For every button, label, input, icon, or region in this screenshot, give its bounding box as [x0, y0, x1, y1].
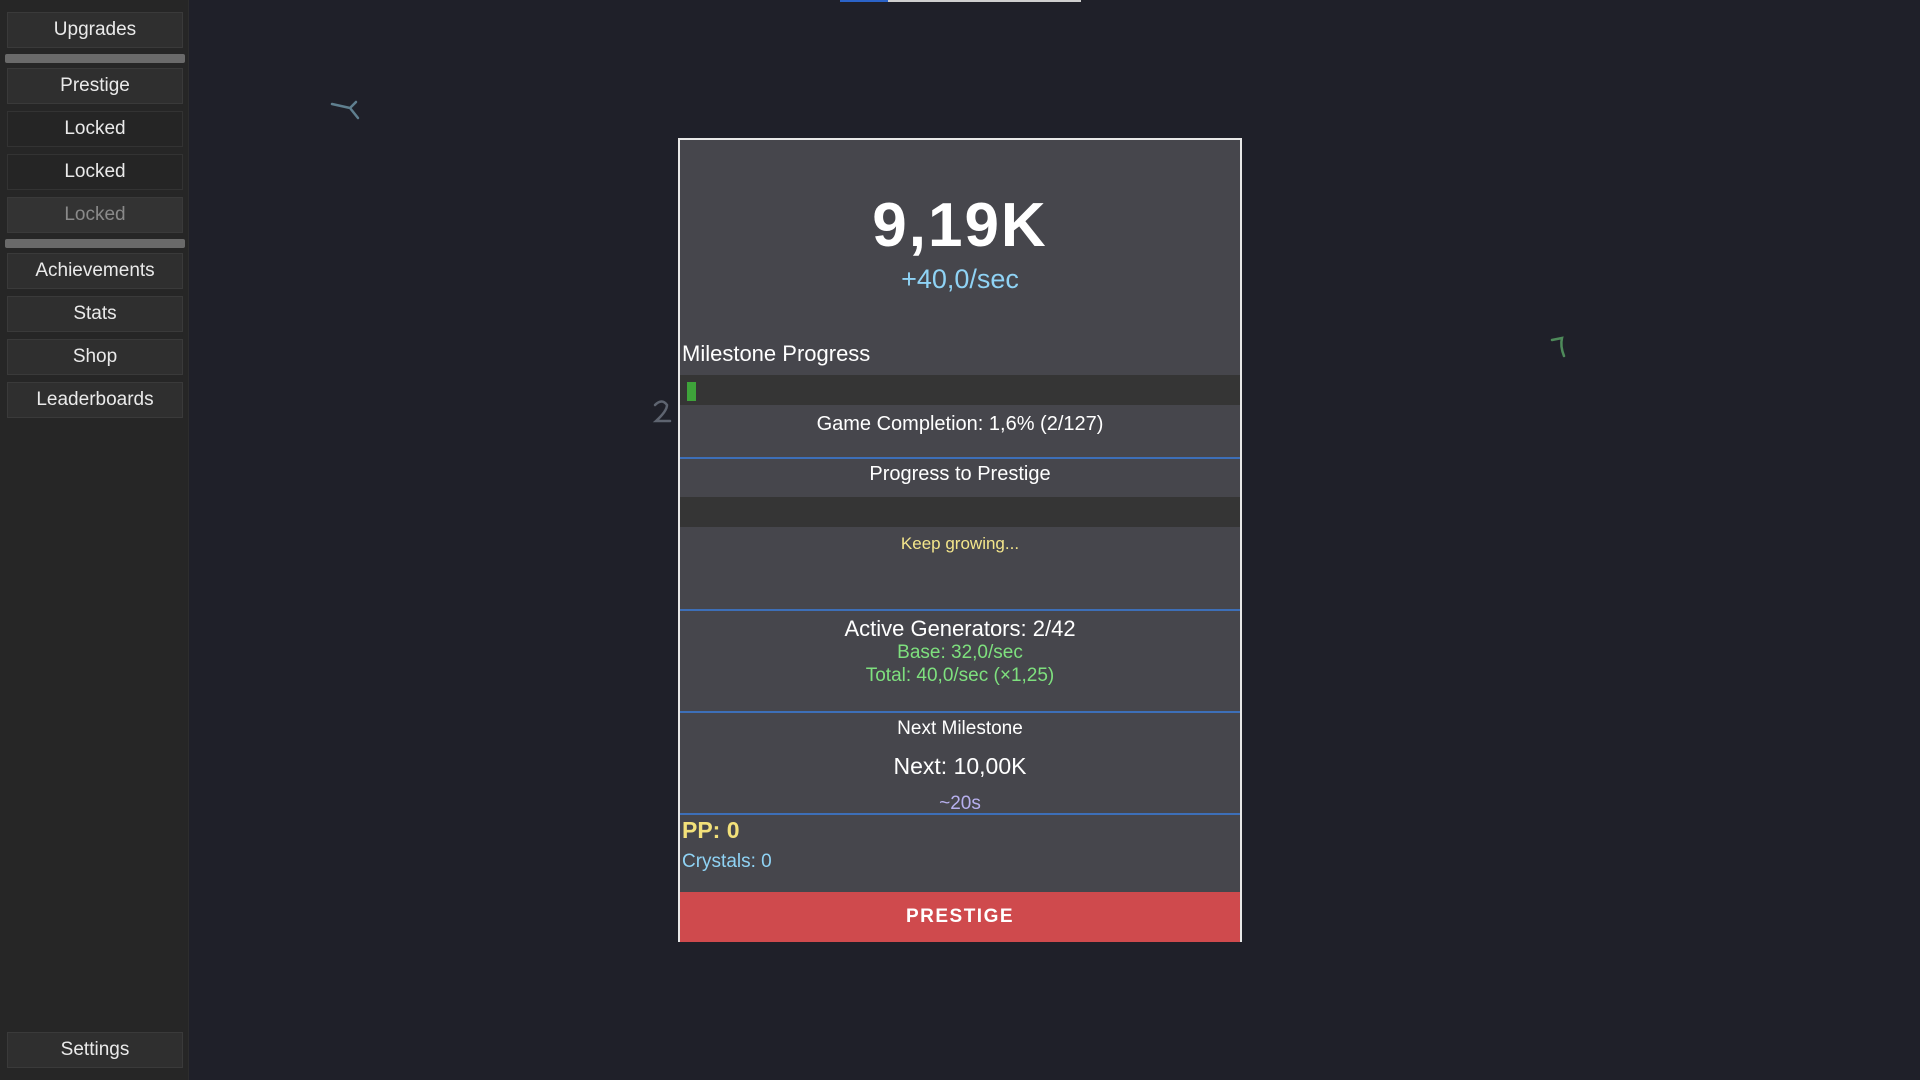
prestige-progress-bar — [680, 497, 1240, 527]
prestige-progress-label: Progress to Prestige — [869, 463, 1051, 485]
section-divider — [680, 457, 1240, 459]
generators-total-rate: Total: 40,0/sec (×1,25) — [865, 665, 1055, 686]
sidebar-item-achievements[interactable]: Achievements — [7, 253, 183, 289]
milestone-progress-bar — [680, 375, 1240, 405]
section-divider — [680, 813, 1240, 815]
sidebar-item-upgrades[interactable]: Upgrades — [7, 12, 183, 48]
milestone-progress-label: Milestone Progress — [682, 341, 871, 366]
game-completion: Game Completion: 1,6% (2/127) — [816, 413, 1104, 435]
next-milestone-label: Next Milestone — [897, 718, 1023, 739]
sidebar-item-locked-2[interactable]: Locked — [7, 154, 183, 190]
sidebar: Upgrades Prestige Locked Locked Locked A… — [0, 0, 189, 1080]
milestone-progress-fill — [687, 382, 696, 401]
score-rate: +40,0/sec — [901, 264, 1019, 294]
sidebar-item-settings[interactable]: Settings — [7, 1032, 183, 1068]
sidebar-item-leaderboards[interactable]: Leaderboards — [7, 382, 183, 418]
sidebar-item-shop[interactable]: Shop — [7, 339, 183, 375]
prestige-button[interactable]: PRESTIGE — [680, 892, 1240, 942]
generators-base-rate: Base: 32,0/sec — [897, 642, 1023, 663]
section-divider — [680, 609, 1240, 611]
top-tab-accent — [840, 0, 888, 2]
section-divider — [680, 711, 1240, 713]
sidebar-item-prestige[interactable]: Prestige — [7, 68, 183, 104]
sidebar-item-locked-3[interactable]: Locked — [7, 197, 183, 233]
scribble-mark — [330, 100, 360, 120]
main-panel: 9,19K +40,0/sec Milestone Progress Game … — [678, 138, 1242, 942]
top-tab-indicator — [840, 0, 1081, 2]
next-milestone-value: Next: 10,00K — [893, 753, 1027, 779]
keep-growing-text: Keep growing... — [900, 534, 1020, 553]
score-value: 9,19K — [872, 191, 1048, 260]
active-generators: Active Generators: 2/42 — [844, 616, 1076, 641]
scribble-mark — [1550, 336, 1566, 358]
sidebar-separator — [5, 54, 185, 63]
scribble-mark — [652, 400, 672, 423]
sidebar-item-stats[interactable]: Stats — [7, 296, 183, 332]
prestige-points: PP: 0 — [682, 817, 740, 843]
sidebar-item-locked-1[interactable]: Locked — [7, 111, 183, 147]
crystals-count: Crystals: 0 — [682, 851, 772, 872]
next-milestone-eta: ~20s — [939, 793, 981, 814]
sidebar-separator — [5, 239, 185, 248]
